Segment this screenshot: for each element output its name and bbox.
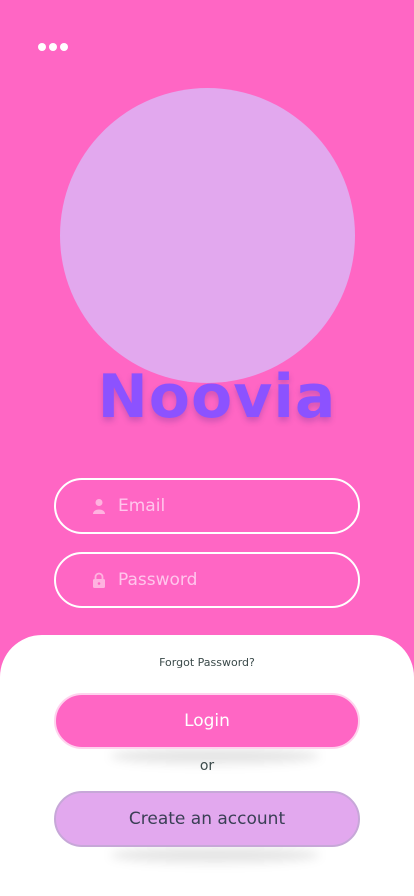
lock-icon — [93, 572, 105, 588]
forgot-password-link[interactable]: Forgot Password? — [0, 656, 414, 669]
hero-circle-illustration — [60, 88, 355, 383]
password-field[interactable] — [54, 552, 360, 608]
email-input[interactable] — [118, 480, 348, 532]
brand-title: Noovia — [97, 362, 337, 432]
user-icon — [93, 499, 105, 514]
create-account-button-shadow — [110, 847, 320, 863]
more-menu-icon[interactable] — [38, 42, 72, 52]
menu-dot — [60, 43, 68, 51]
or-separator: or — [199, 758, 215, 774]
create-account-button[interactable]: Create an account — [54, 791, 360, 847]
menu-dot — [38, 43, 46, 51]
login-button[interactable]: Login — [54, 693, 360, 749]
password-input[interactable] — [118, 554, 348, 606]
email-field[interactable] — [54, 478, 360, 534]
menu-dot — [49, 43, 57, 51]
